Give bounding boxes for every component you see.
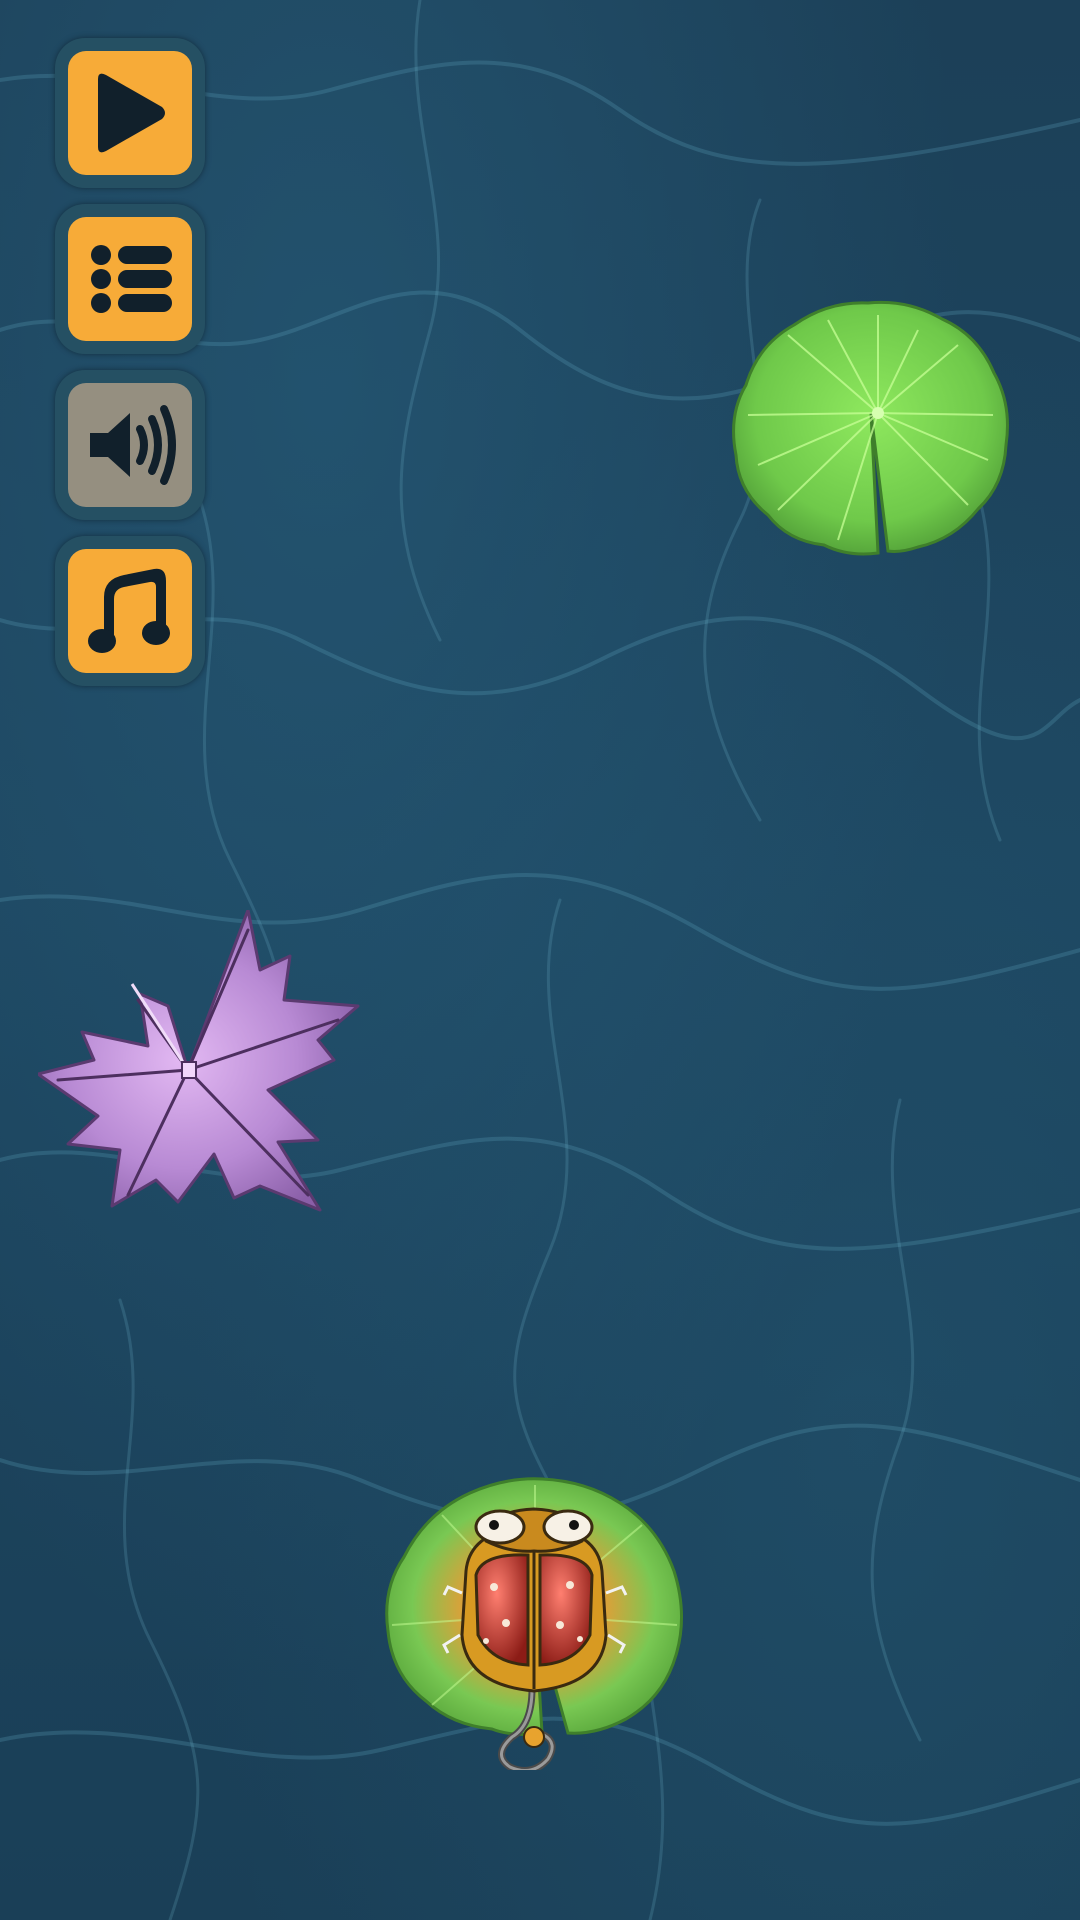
play-button-frame (55, 38, 205, 188)
music-icon (88, 568, 170, 653)
music-button-frame (55, 536, 205, 686)
game-stage[interactable] (0, 0, 1080, 1920)
music-button[interactable] (68, 549, 192, 673)
ladybug-on-lily-pad[interactable] (382, 1475, 688, 1770)
sound-icon (90, 405, 176, 485)
maple-leaf[interactable] (38, 910, 362, 1214)
play-button[interactable] (68, 51, 192, 175)
list-button[interactable] (68, 217, 192, 341)
list-button-frame (55, 204, 205, 354)
sound-button-frame (55, 370, 205, 520)
sound-button[interactable] (68, 383, 192, 507)
list-icon (91, 245, 172, 313)
play-icon (98, 73, 165, 153)
lily-pad[interactable] (728, 295, 1014, 560)
